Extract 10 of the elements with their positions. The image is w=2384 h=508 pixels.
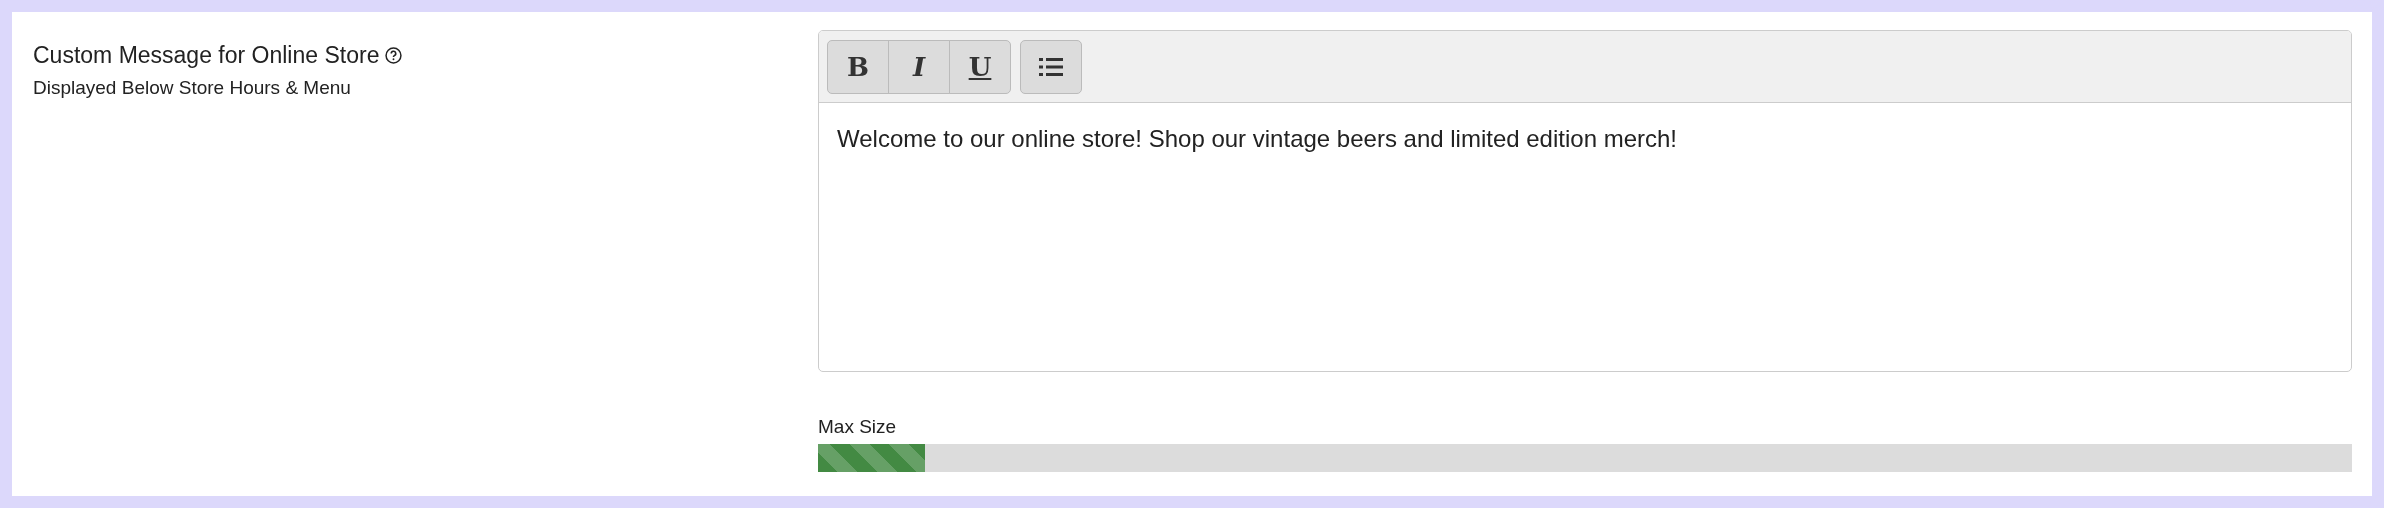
max-size-label: Max Size [818,416,898,438]
underline-button[interactable]: U [949,39,1011,94]
editor-text[interactable]: Welcome to our online store! Shop our vintage beers and limited edition merch! [819,103,2351,175]
bold-button[interactable]: B [827,39,889,94]
bullet-list-button[interactable] [1020,39,1082,94]
field-hint: Displayed Below Store Hours & Menu [33,77,352,99]
italic-button[interactable]: I [888,39,950,94]
help-icon[interactable] [385,47,403,64]
list-icon [1039,56,1063,77]
field-label: Custom Message for Online Store [33,42,380,69]
